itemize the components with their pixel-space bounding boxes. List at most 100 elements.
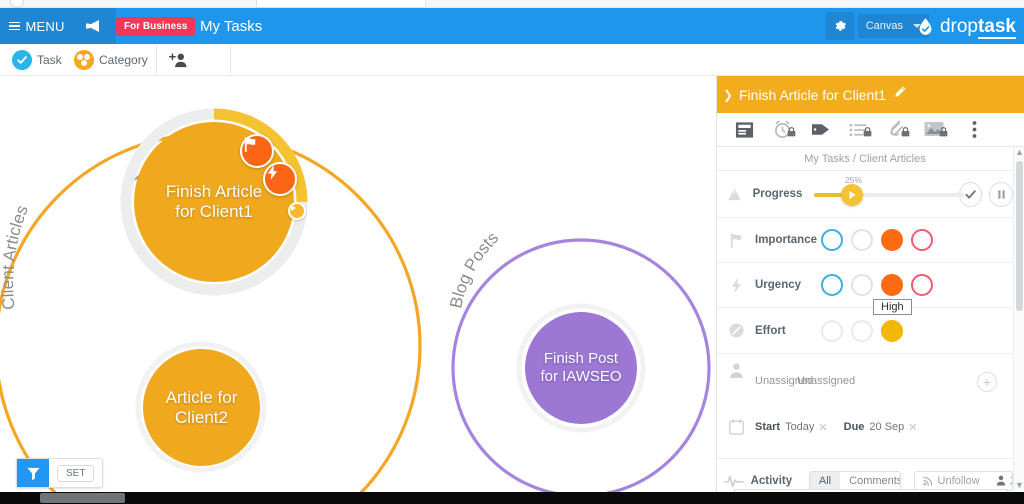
urgency-option-4[interactable]: [911, 274, 933, 296]
scroll-up-arrow-icon[interactable]: ▲: [1014, 147, 1024, 159]
notes-button[interactable]: [733, 119, 755, 141]
lock-icon: [787, 124, 796, 142]
person-icon: [717, 354, 755, 379]
add-category-button[interactable]: Category: [74, 47, 148, 73]
filter-set-button[interactable]: SET: [57, 464, 95, 482]
panel-toolbar: [717, 113, 1024, 147]
flag-outline-icon: [717, 232, 755, 249]
task-badge-importance[interactable]: [240, 134, 274, 168]
tab-comments[interactable]: Comments: [840, 471, 900, 490]
mountain-flag-icon: [717, 186, 753, 203]
urgency-label: Urgency: [755, 279, 802, 291]
importance-option-3-selected[interactable]: [881, 229, 903, 251]
canvas-selector-label: Canvas: [865, 20, 903, 32]
start-date-value[interactable]: Today: [785, 421, 814, 433]
activity-filter-tabs: All Comments: [808, 470, 901, 491]
checklist-button[interactable]: [847, 119, 872, 142]
droptask-logo[interactable]: droptask: [916, 8, 1016, 44]
task-bubble-article-client2[interactable]: Article for Client2: [143, 349, 260, 466]
effort-option-2[interactable]: [851, 319, 873, 342]
horizontal-scrollbar[interactable]: [0, 492, 1024, 504]
progress-label: Progress: [752, 188, 803, 200]
browser-chrome-circle: [10, 0, 24, 8]
followers-button[interactable]: 1: [988, 472, 1012, 490]
kebab-menu-icon: [972, 121, 976, 138]
tab-all[interactable]: All: [809, 471, 841, 490]
importance-option-2[interactable]: [851, 229, 873, 251]
chevron-right-icon[interactable]: ❯: [717, 88, 739, 102]
tag-button[interactable]: [809, 119, 831, 141]
importance-option-1[interactable]: [821, 229, 843, 251]
follow-controls: Unfollow 1: [913, 470, 1014, 491]
unfollow-label: Unfollow: [937, 474, 980, 487]
add-person-icon: [169, 53, 187, 68]
importance-option-4[interactable]: [911, 229, 933, 251]
filter-widget: SET: [16, 458, 104, 488]
image-button[interactable]: [923, 119, 948, 142]
play-marker-icon[interactable]: [288, 202, 306, 220]
add-category-label: Category: [99, 53, 148, 67]
task-bubble-finish-post-iawseo[interactable]: Finish Post for IAWSEO: [525, 312, 637, 424]
horizontal-scrollbar-thumb[interactable]: [40, 493, 125, 503]
urgency-option-1[interactable]: [821, 274, 843, 296]
assignee-stacked-label: Unassigned: [755, 374, 814, 387]
progress-slider[interactable]: 25%: [814, 175, 965, 209]
category-label-client-articles: Client Articles: [0, 203, 32, 311]
lightning-icon: [267, 164, 278, 181]
hamburger-icon: [9, 21, 21, 31]
panel-scrollbar[interactable]: ▲ ▼: [1013, 147, 1024, 492]
pause-button[interactable]: [989, 181, 1013, 207]
blue-check-circle-icon: [12, 50, 32, 70]
notes-icon: [735, 121, 753, 138]
effort-option-3-selected[interactable]: [881, 319, 903, 342]
edit-title-button[interactable]: [893, 85, 907, 104]
canvas-area[interactable]: Client Articles Today - 20 Sep Blog Post…: [0, 76, 716, 492]
assignment-row[interactable]: Unassigned Unassigned +: [717, 354, 1013, 407]
effort-option-1[interactable]: [821, 319, 843, 342]
person-icon: [996, 475, 1005, 486]
add-assignee-button[interactable]: +: [977, 372, 997, 392]
effort-options: [821, 319, 903, 342]
panel-header: ❯ Finish Article for Client1: [717, 76, 1024, 113]
calendar-icon: [717, 419, 755, 435]
funnel-icon: [26, 467, 40, 480]
for-business-badge[interactable]: For Business: [116, 17, 196, 36]
reminder-button[interactable]: [771, 119, 796, 142]
task-bubble-label: Article for Client2: [165, 387, 238, 427]
unfollow-button[interactable]: Unfollow: [915, 472, 988, 490]
breadcrumb[interactable]: My Tasks / Client Articles: [717, 147, 1013, 171]
remove-start-date-icon[interactable]: ✕: [818, 421, 827, 434]
flag-icon: [244, 136, 256, 153]
more-options-button[interactable]: [963, 119, 985, 141]
scroll-down-arrow-icon[interactable]: ▼: [1014, 480, 1024, 492]
rss-icon: [922, 476, 932, 486]
add-person-button[interactable]: [164, 48, 194, 72]
megaphone-button[interactable]: [74, 8, 116, 44]
brand-name-task: task: [977, 15, 1016, 39]
remove-due-date-icon[interactable]: ✕: [908, 421, 917, 434]
gear-icon: [835, 21, 846, 31]
effort-gauge-icon: [717, 322, 755, 339]
filter-button[interactable]: [17, 459, 49, 487]
lock-icon: [901, 124, 910, 142]
task-badge-urgency[interactable]: [263, 162, 297, 196]
assignee-inline-label: Unassigned: [797, 374, 856, 387]
lock-icon: [939, 124, 948, 142]
attachment-button[interactable]: [885, 119, 910, 142]
brand-name-drop: drop: [939, 15, 978, 37]
toolbar-divider: [156, 46, 157, 74]
app-root: MENU For Business My Tasks Canvas dropta…: [0, 0, 1024, 504]
urgency-option-3-selected[interactable]: [881, 274, 903, 296]
task-detail-panel: ❯ Finish Article for Client1 My Tasks / …: [716, 76, 1024, 492]
lock-icon: [863, 124, 872, 142]
urgency-option-2[interactable]: [851, 274, 873, 296]
settings-button[interactable]: [826, 12, 854, 40]
effort-tooltip: High: [873, 299, 912, 315]
check-icon: [965, 189, 976, 198]
menu-button[interactable]: MENU: [0, 8, 74, 44]
add-task-button[interactable]: Task: [12, 47, 62, 73]
due-date-value[interactable]: 20 Sep: [869, 421, 904, 433]
page-title: My Tasks: [200, 17, 263, 35]
scrollbar-thumb[interactable]: [1016, 161, 1023, 311]
slider-handle[interactable]: [841, 184, 864, 206]
